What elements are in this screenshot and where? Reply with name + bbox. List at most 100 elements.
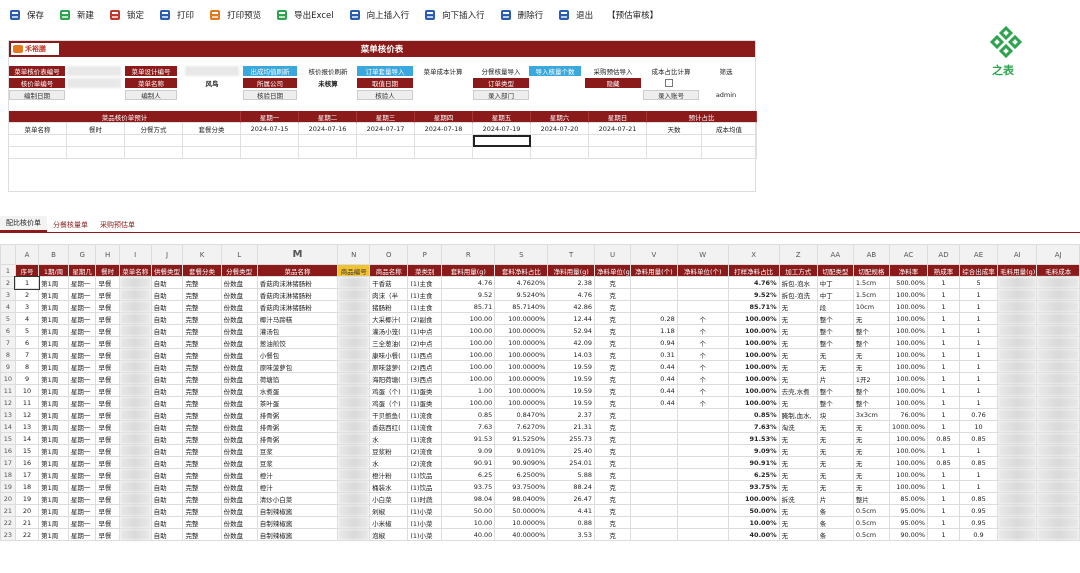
table-cell[interactable]: 255.73 [547,432,596,445]
table-cell[interactable]: 18 [14,480,40,493]
table-cell[interactable]: 91.53% [727,432,780,445]
table-cell[interactable]: 无 [778,348,818,361]
table-cell[interactable]: 份数盘 [220,492,258,505]
table-cell[interactable]: 5 [14,324,40,337]
column-header[interactable]: 商品编号 [337,264,371,277]
table-cell[interactable]: 无 [778,444,818,457]
table-cell[interactable]: 100.00% [888,288,929,301]
column-header[interactable]: 熟成率 [927,264,960,277]
table-cell[interactable]: ██ [1036,444,1080,457]
column-header[interactable]: 供餐类型 [150,264,184,277]
table-cell[interactable]: 早餐 [95,468,120,481]
table-cell[interactable]: (1)小菜 [407,504,443,517]
table-cell[interactable]: ██ [997,324,1038,337]
table-cell[interactable]: 0.95 [958,516,999,529]
table-cell[interactable]: 8 [14,360,40,373]
table-cell[interactable]: 排骨粥 [256,432,339,445]
table-cell[interactable]: ██ [997,300,1038,313]
column-letter[interactable]: A [14,244,40,265]
toolbar-button-3[interactable]: 打印 [158,4,194,26]
row-number[interactable]: 4 [0,300,16,313]
table-cell[interactable]: 自助 [150,300,184,313]
entry-account-value[interactable]: admin [701,90,751,100]
cost-ratio-button[interactable]: 成本占比计算 [643,66,699,76]
table-row[interactable]: 1110第1周星期一早餐██自助完整份数盘水煮蛋██鸡蛋（个)(1)蛋类1.00… [0,384,1080,397]
table-cell[interactable]: 14 [14,432,40,445]
table-cell[interactable]: ██ [1036,420,1080,433]
table-cell[interactable] [630,516,678,529]
purchase-import-button[interactable]: 采购预估导入 [585,66,641,76]
table-cell[interactable]: 份数盘 [220,408,258,421]
table-cell[interactable]: 豆浆 [256,456,339,469]
table-cell[interactable] [630,276,678,289]
table-cell[interactable]: 份数盘 [220,300,258,313]
table-cell[interactable] [630,480,678,493]
week-empty-cell[interactable] [589,135,647,147]
table-cell[interactable]: 6.25% [727,468,780,481]
table-cell[interactable]: ██ [118,288,152,301]
table-cell[interactable]: 1 [927,324,960,337]
table-cell[interactable]: 克 [594,348,632,361]
table-cell[interactable]: 茶叶蛋 [256,396,339,409]
table-cell[interactable]: 90.91% [727,456,780,469]
table-cell[interactable]: ██ [1036,516,1080,529]
table-cell[interactable] [676,408,729,421]
table-cell[interactable]: 10.00% [727,516,780,529]
table-cell[interactable]: 85.00% [888,492,929,505]
table-row[interactable]: 1716第1周星期一早餐██自助完整份数盘豆浆██水(2)流食90.9190.9… [0,456,1080,469]
table-cell[interactable]: 254.01 [547,456,596,469]
table-cell[interactable]: 0.85 [958,432,999,445]
table-cell[interactable]: 40.00% [727,528,780,541]
table-cell[interactable]: 份数盘 [220,336,258,349]
table-cell[interactable]: 100.00% [727,384,780,397]
toolbar-button-9[interactable]: 退出 [557,4,593,26]
table-cell[interactable]: 6.2500% [494,468,549,481]
table-cell[interactable]: 1.00 [441,384,496,397]
table-cell[interactable]: ██ [118,276,152,289]
table-cell[interactable] [676,288,729,301]
table-cell[interactable]: (1)小菜 [407,528,443,541]
table-cell[interactable]: 克 [594,516,632,529]
tab-1[interactable]: 分餐核量单 [47,218,94,232]
table-cell[interactable]: ██ [118,444,152,457]
table-cell[interactable]: 1 [958,372,999,385]
table-cell[interactable]: 42.09 [547,336,596,349]
table-cell[interactable]: 100.00% [888,444,929,457]
table-cell[interactable]: 段 [816,300,854,313]
table-cell[interactable]: 19 [14,492,40,505]
row-number[interactable]: 14 [0,420,16,433]
column-header[interactable]: 净料单位(个) [676,264,729,277]
table-cell[interactable]: 整个 [816,324,854,337]
table-cell[interactable]: 100.00 [441,324,496,337]
week-cell[interactable]: 2024-07-18 [415,123,473,135]
table-cell[interactable]: 100.00% [888,336,929,349]
table-cell[interactable]: 100.00 [441,372,496,385]
week-empty-cell[interactable] [299,147,357,159]
table-cell[interactable]: 100.0000% [494,312,549,325]
table-cell[interactable]: 50.0000% [494,504,549,517]
table-cell[interactable]: 完整 [182,516,222,529]
table-row[interactable]: 76第1周星期一早餐██自助完整份数盘葱油煎饺██三全葱油((2)中点100.0… [0,336,1080,349]
table-cell[interactable]: 无 [778,468,818,481]
table-cell[interactable]: 中丁 [816,288,854,301]
table-cell[interactable]: 100.00% [888,372,929,385]
table-cell[interactable]: 100.00 [441,336,496,349]
column-header[interactable]: 净料率 [888,264,929,277]
table-cell[interactable]: 整个 [852,384,890,397]
table-cell[interactable] [676,528,729,541]
price-refresh-button[interactable]: 核价报价刷新 [301,66,355,76]
table-cell[interactable]: 无 [852,348,890,361]
table-cell[interactable]: 第1周 [38,516,69,529]
table-cell[interactable]: (1)主食 [407,300,443,313]
table-cell[interactable]: ██ [337,348,371,361]
table-cell[interactable]: ██ [118,516,152,529]
table-cell[interactable]: 无 [778,528,818,541]
table-cell[interactable]: 整个 [852,396,890,409]
table-cell[interactable]: ██ [337,432,371,445]
table-cell[interactable]: 完整 [182,324,222,337]
table-cell[interactable]: 7.6270% [494,420,549,433]
table-cell[interactable]: 1 [927,396,960,409]
table-cell[interactable]: 1 [927,372,960,385]
table-cell[interactable]: 个 [676,360,729,373]
table-row[interactable]: 1211第1周星期一早餐██自助完整份数盘茶叶蛋██鸡蛋（个)(1)蛋类100.… [0,396,1080,409]
